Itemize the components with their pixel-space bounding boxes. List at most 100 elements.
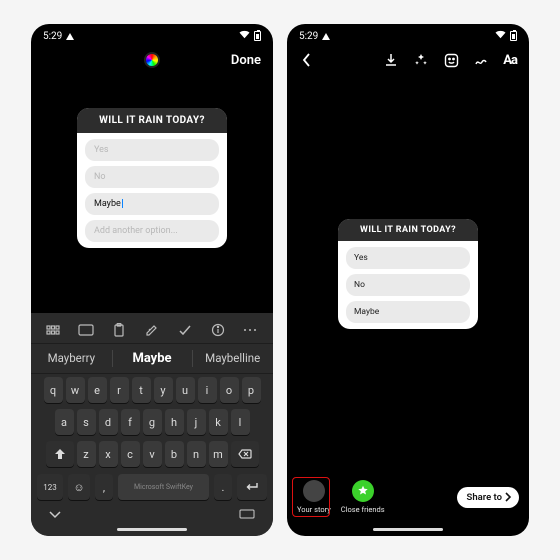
key-b[interactable]: b xyxy=(165,441,184,467)
key-period[interactable]: . xyxy=(214,474,232,500)
key-d[interactable]: d xyxy=(99,409,118,435)
key-v[interactable]: v xyxy=(143,441,162,467)
kbd-gif-icon[interactable] xyxy=(77,321,95,339)
quiz-option[interactable]: No xyxy=(346,274,470,296)
key-l[interactable]: l xyxy=(231,409,250,435)
share-to-label: Share to xyxy=(467,492,502,503)
key-k[interactable]: k xyxy=(209,409,228,435)
kbd-clipboard-icon[interactable] xyxy=(110,321,128,339)
phone-editor: 5:29 Done WILL IT RAIN TODAY? Yes No xyxy=(31,24,273,536)
android-nav xyxy=(31,504,273,524)
key-f[interactable]: f xyxy=(121,409,140,435)
key-numbers[interactable]: 123 xyxy=(37,474,63,500)
phone-preview: 5:29 Aa WILL IT RAIN TODAY? Yes xyxy=(287,24,529,536)
quiz-option[interactable]: Yes xyxy=(85,139,219,161)
close-friends-label: Close friends xyxy=(341,505,385,514)
quiz-add-option[interactable]: Add another option... xyxy=(85,220,219,242)
effects-icon[interactable] xyxy=(413,52,429,68)
key-s[interactable]: s xyxy=(77,409,96,435)
key-c[interactable]: c xyxy=(121,441,140,467)
key-shift[interactable] xyxy=(46,441,74,467)
kbd-menu-icon[interactable] xyxy=(44,321,62,339)
keyboard-row-bottom: 123 ☺ , Microsoft SwiftKey . xyxy=(31,470,273,504)
battery-icon xyxy=(510,31,517,41)
story-canvas[interactable]: WILL IT RAIN TODAY? Yes No Maybe Add ano… xyxy=(31,76,273,313)
story-canvas[interactable]: WILL IT RAIN TODAY? Yes No Maybe xyxy=(287,76,529,472)
status-time: 5:29 xyxy=(43,31,62,42)
keyboard-suggestions: Mayberry Maybe Maybelline xyxy=(31,343,273,374)
keyboard[interactable]: Mayberry Maybe Maybelline qwertyuiop asd… xyxy=(31,313,273,536)
quiz-question[interactable]: WILL IT RAIN TODAY? xyxy=(77,108,227,133)
key-r[interactable]: r xyxy=(110,377,129,403)
stickers-icon[interactable] xyxy=(443,52,459,68)
quiz-option[interactable]: Yes xyxy=(346,247,470,269)
nav-down-icon[interactable] xyxy=(49,508,61,522)
status-time: 5:29 xyxy=(299,31,318,42)
wifi-icon xyxy=(495,30,506,42)
key-u[interactable]: u xyxy=(176,377,195,403)
share-bar: Your story Close friends Share to xyxy=(287,472,529,524)
kbd-more-icon[interactable] xyxy=(241,321,259,339)
key-x[interactable]: x xyxy=(99,441,118,467)
key-backspace[interactable] xyxy=(231,441,259,467)
quiz-option[interactable]: No xyxy=(85,166,219,188)
back-icon[interactable] xyxy=(299,52,315,68)
home-indicator[interactable] xyxy=(117,528,187,531)
key-t[interactable]: t xyxy=(132,377,151,403)
kbd-check-icon[interactable] xyxy=(176,321,194,339)
key-w[interactable]: w xyxy=(66,377,85,403)
status-bar: 5:29 xyxy=(287,24,529,44)
close-friends-button[interactable]: Close friends xyxy=(341,480,385,514)
quiz-option-active[interactable]: Maybe xyxy=(85,193,219,215)
quiz-question: WILL IT RAIN TODAY? xyxy=(338,219,478,241)
key-space[interactable]: Microsoft SwiftKey xyxy=(118,474,209,500)
quiz-sticker[interactable]: WILL IT RAIN TODAY? Yes No Maybe xyxy=(338,219,478,329)
status-bar: 5:29 xyxy=(31,24,273,44)
kbd-info-icon[interactable] xyxy=(209,321,227,339)
key-n[interactable]: n xyxy=(187,441,206,467)
suggestion[interactable]: Maybelline xyxy=(192,344,273,373)
keyboard-row: zxcvbnm xyxy=(31,438,273,470)
your-story-label: Your story xyxy=(297,505,331,514)
key-a[interactable]: a xyxy=(55,409,74,435)
key-e[interactable]: e xyxy=(88,377,107,403)
wifi-icon xyxy=(239,30,250,42)
kbd-edit-icon[interactable] xyxy=(143,321,161,339)
quiz-option[interactable]: Maybe xyxy=(346,301,470,323)
your-story-button[interactable]: Your story xyxy=(297,480,331,514)
keyboard-toolbar xyxy=(31,317,273,343)
warning-icon xyxy=(322,33,330,40)
rainbow-theme-icon[interactable] xyxy=(144,52,160,68)
key-z[interactable]: z xyxy=(77,441,96,467)
key-y[interactable]: y xyxy=(154,377,173,403)
suggestion[interactable]: Mayberry xyxy=(31,344,112,373)
nav-keyboard-icon[interactable] xyxy=(239,508,255,522)
close-friends-icon xyxy=(352,480,374,502)
warning-icon xyxy=(66,33,74,40)
key-i[interactable]: i xyxy=(198,377,217,403)
key-j[interactable]: j xyxy=(187,409,206,435)
share-to-button[interactable]: Share to xyxy=(457,487,519,508)
key-emoji[interactable]: ☺ xyxy=(68,474,90,500)
keyboard-row: qwertyuiop xyxy=(31,374,273,406)
avatar-icon xyxy=(303,480,325,502)
keyboard-row: asdfghjkl xyxy=(31,406,273,438)
key-enter[interactable] xyxy=(237,474,267,500)
preview-toolbar: Aa xyxy=(287,44,529,76)
key-comma[interactable]: , xyxy=(95,474,113,500)
key-m[interactable]: m xyxy=(209,441,228,467)
draw-icon[interactable] xyxy=(473,52,489,68)
editor-toolbar: Done xyxy=(31,44,273,76)
key-g[interactable]: g xyxy=(143,409,162,435)
done-button[interactable]: Done xyxy=(231,53,261,68)
text-icon[interactable]: Aa xyxy=(503,53,517,68)
key-h[interactable]: h xyxy=(165,409,184,435)
quiz-sticker[interactable]: WILL IT RAIN TODAY? Yes No Maybe Add ano… xyxy=(77,108,227,248)
key-q[interactable]: q xyxy=(44,377,63,403)
suggestion-primary[interactable]: Maybe xyxy=(112,344,193,373)
key-p[interactable]: p xyxy=(242,377,261,403)
battery-icon xyxy=(254,31,261,41)
download-icon[interactable] xyxy=(383,52,399,68)
home-indicator[interactable] xyxy=(373,528,443,531)
key-o[interactable]: o xyxy=(220,377,239,403)
